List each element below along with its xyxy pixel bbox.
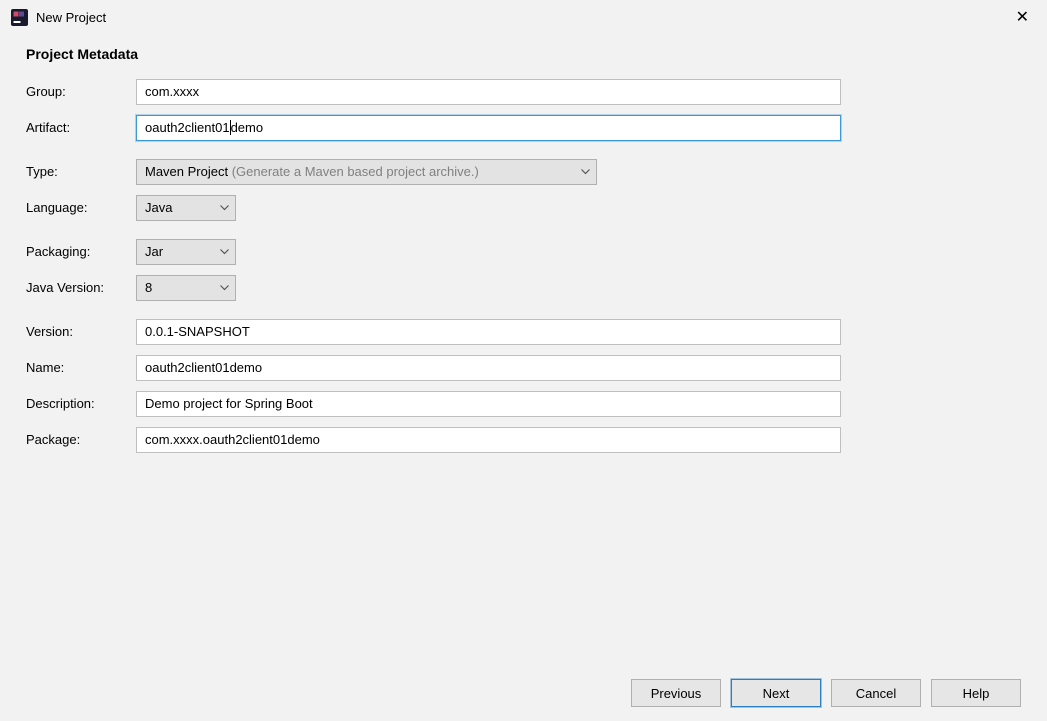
name-label: Name: [26, 360, 136, 375]
section-title: Project Metadata [26, 46, 1021, 62]
chevron-down-icon [219, 205, 229, 211]
package-label: Package: [26, 432, 136, 447]
next-button[interactable]: Next [731, 679, 821, 707]
titlebar: New Project ✕ [0, 0, 1047, 34]
cancel-button[interactable]: Cancel [831, 679, 921, 707]
version-input[interactable] [136, 319, 841, 345]
type-hint: (Generate a Maven based project archive.… [228, 164, 479, 179]
packaging-dropdown[interactable]: Jar [136, 239, 236, 265]
app-icon [10, 8, 28, 26]
language-dropdown[interactable]: Java [136, 195, 236, 221]
artifact-label: Artifact: [26, 120, 136, 135]
type-value: Maven Project [145, 164, 228, 179]
group-label: Group: [26, 84, 136, 99]
button-bar: Previous Next Cancel Help [631, 679, 1021, 707]
group-input[interactable] [136, 79, 841, 105]
java-version-dropdown[interactable]: 8 [136, 275, 236, 301]
artifact-value-part1: oauth2client01 [145, 120, 230, 135]
name-input[interactable] [136, 355, 841, 381]
version-label: Version: [26, 324, 136, 339]
package-input[interactable] [136, 427, 841, 453]
chevron-down-icon [580, 169, 590, 175]
chevron-down-icon [219, 285, 229, 291]
packaging-label: Packaging: [26, 244, 136, 259]
packaging-value: Jar [145, 244, 213, 259]
help-button[interactable]: Help [931, 679, 1021, 707]
window-title: New Project [36, 10, 1008, 25]
previous-button[interactable]: Previous [631, 679, 721, 707]
close-button[interactable]: ✕ [1008, 3, 1037, 31]
description-input[interactable] [136, 391, 841, 417]
description-label: Description: [26, 396, 136, 411]
java-version-label: Java Version: [26, 280, 136, 295]
language-label: Language: [26, 200, 136, 215]
type-dropdown[interactable]: Maven Project (Generate a Maven based pr… [136, 159, 597, 185]
chevron-down-icon [219, 249, 229, 255]
language-value: Java [145, 200, 213, 215]
java-version-value: 8 [145, 280, 213, 295]
type-label: Type: [26, 164, 136, 179]
type-dropdown-text: Maven Project (Generate a Maven based pr… [145, 164, 574, 179]
content-area: Project Metadata Group: Artifact: oauth2… [0, 34, 1047, 453]
artifact-input[interactable]: oauth2client01demo [136, 115, 841, 141]
artifact-value-part2: demo [231, 120, 264, 135]
